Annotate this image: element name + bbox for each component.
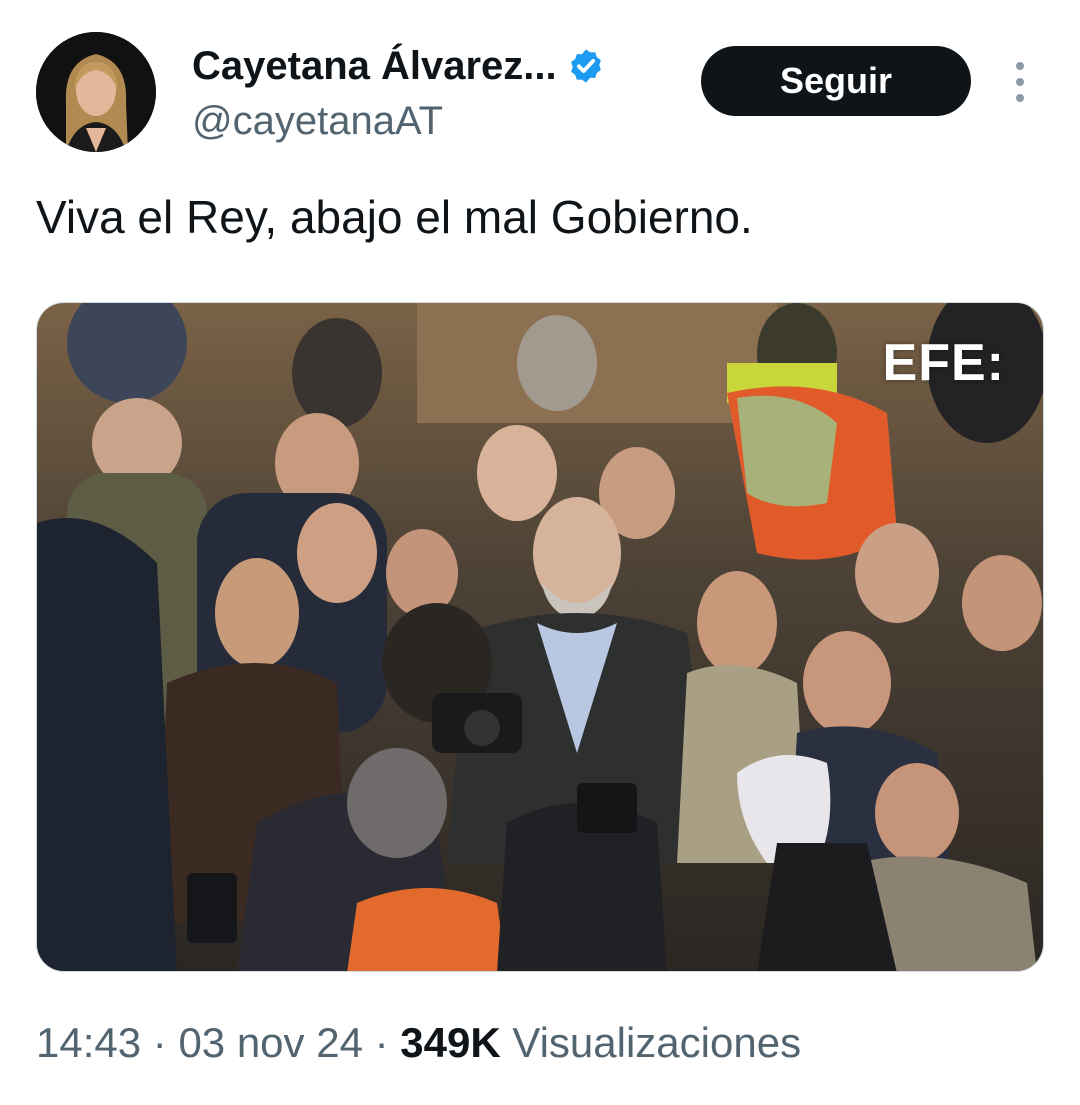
views-count: 349K <box>400 1019 501 1066</box>
more-vertical-icon[interactable] <box>1009 62 1031 102</box>
more-dot <box>1016 78 1024 86</box>
more-dot <box>1016 94 1024 102</box>
tweet-date[interactable]: 03 nov 24 <box>178 1019 363 1066</box>
verified-badge-icon <box>567 47 605 85</box>
author-display-name[interactable]: Cayetana Álvarez... <box>192 40 557 92</box>
author-name-row: Cayetana Álvarez... <box>192 40 605 92</box>
views-label: Visualizaciones <box>512 1019 802 1066</box>
author-info: Cayetana Álvarez... @cayetanaAT <box>192 40 605 146</box>
meta-separator: · <box>362 1019 401 1066</box>
tweet-text: Viva el Rey, abajo el mal Gobierno. <box>36 191 753 243</box>
tweet-meta: 14:43 · 03 nov 24 · 349K Visualizaciones <box>36 1015 801 1071</box>
follow-button[interactable]: Seguir <box>701 46 971 116</box>
tweet-photo[interactable]: EFE: <box>36 302 1044 972</box>
more-dot <box>1016 62 1024 70</box>
author-avatar[interactable] <box>36 32 156 152</box>
crowd-photo-image <box>37 303 1043 971</box>
meta-separator: · <box>141 1019 179 1066</box>
author-handle[interactable]: @cayetanaAT <box>192 96 605 146</box>
photo-watermark: EFE: <box>882 334 1005 392</box>
tweet-time[interactable]: 14:43 <box>36 1019 141 1066</box>
